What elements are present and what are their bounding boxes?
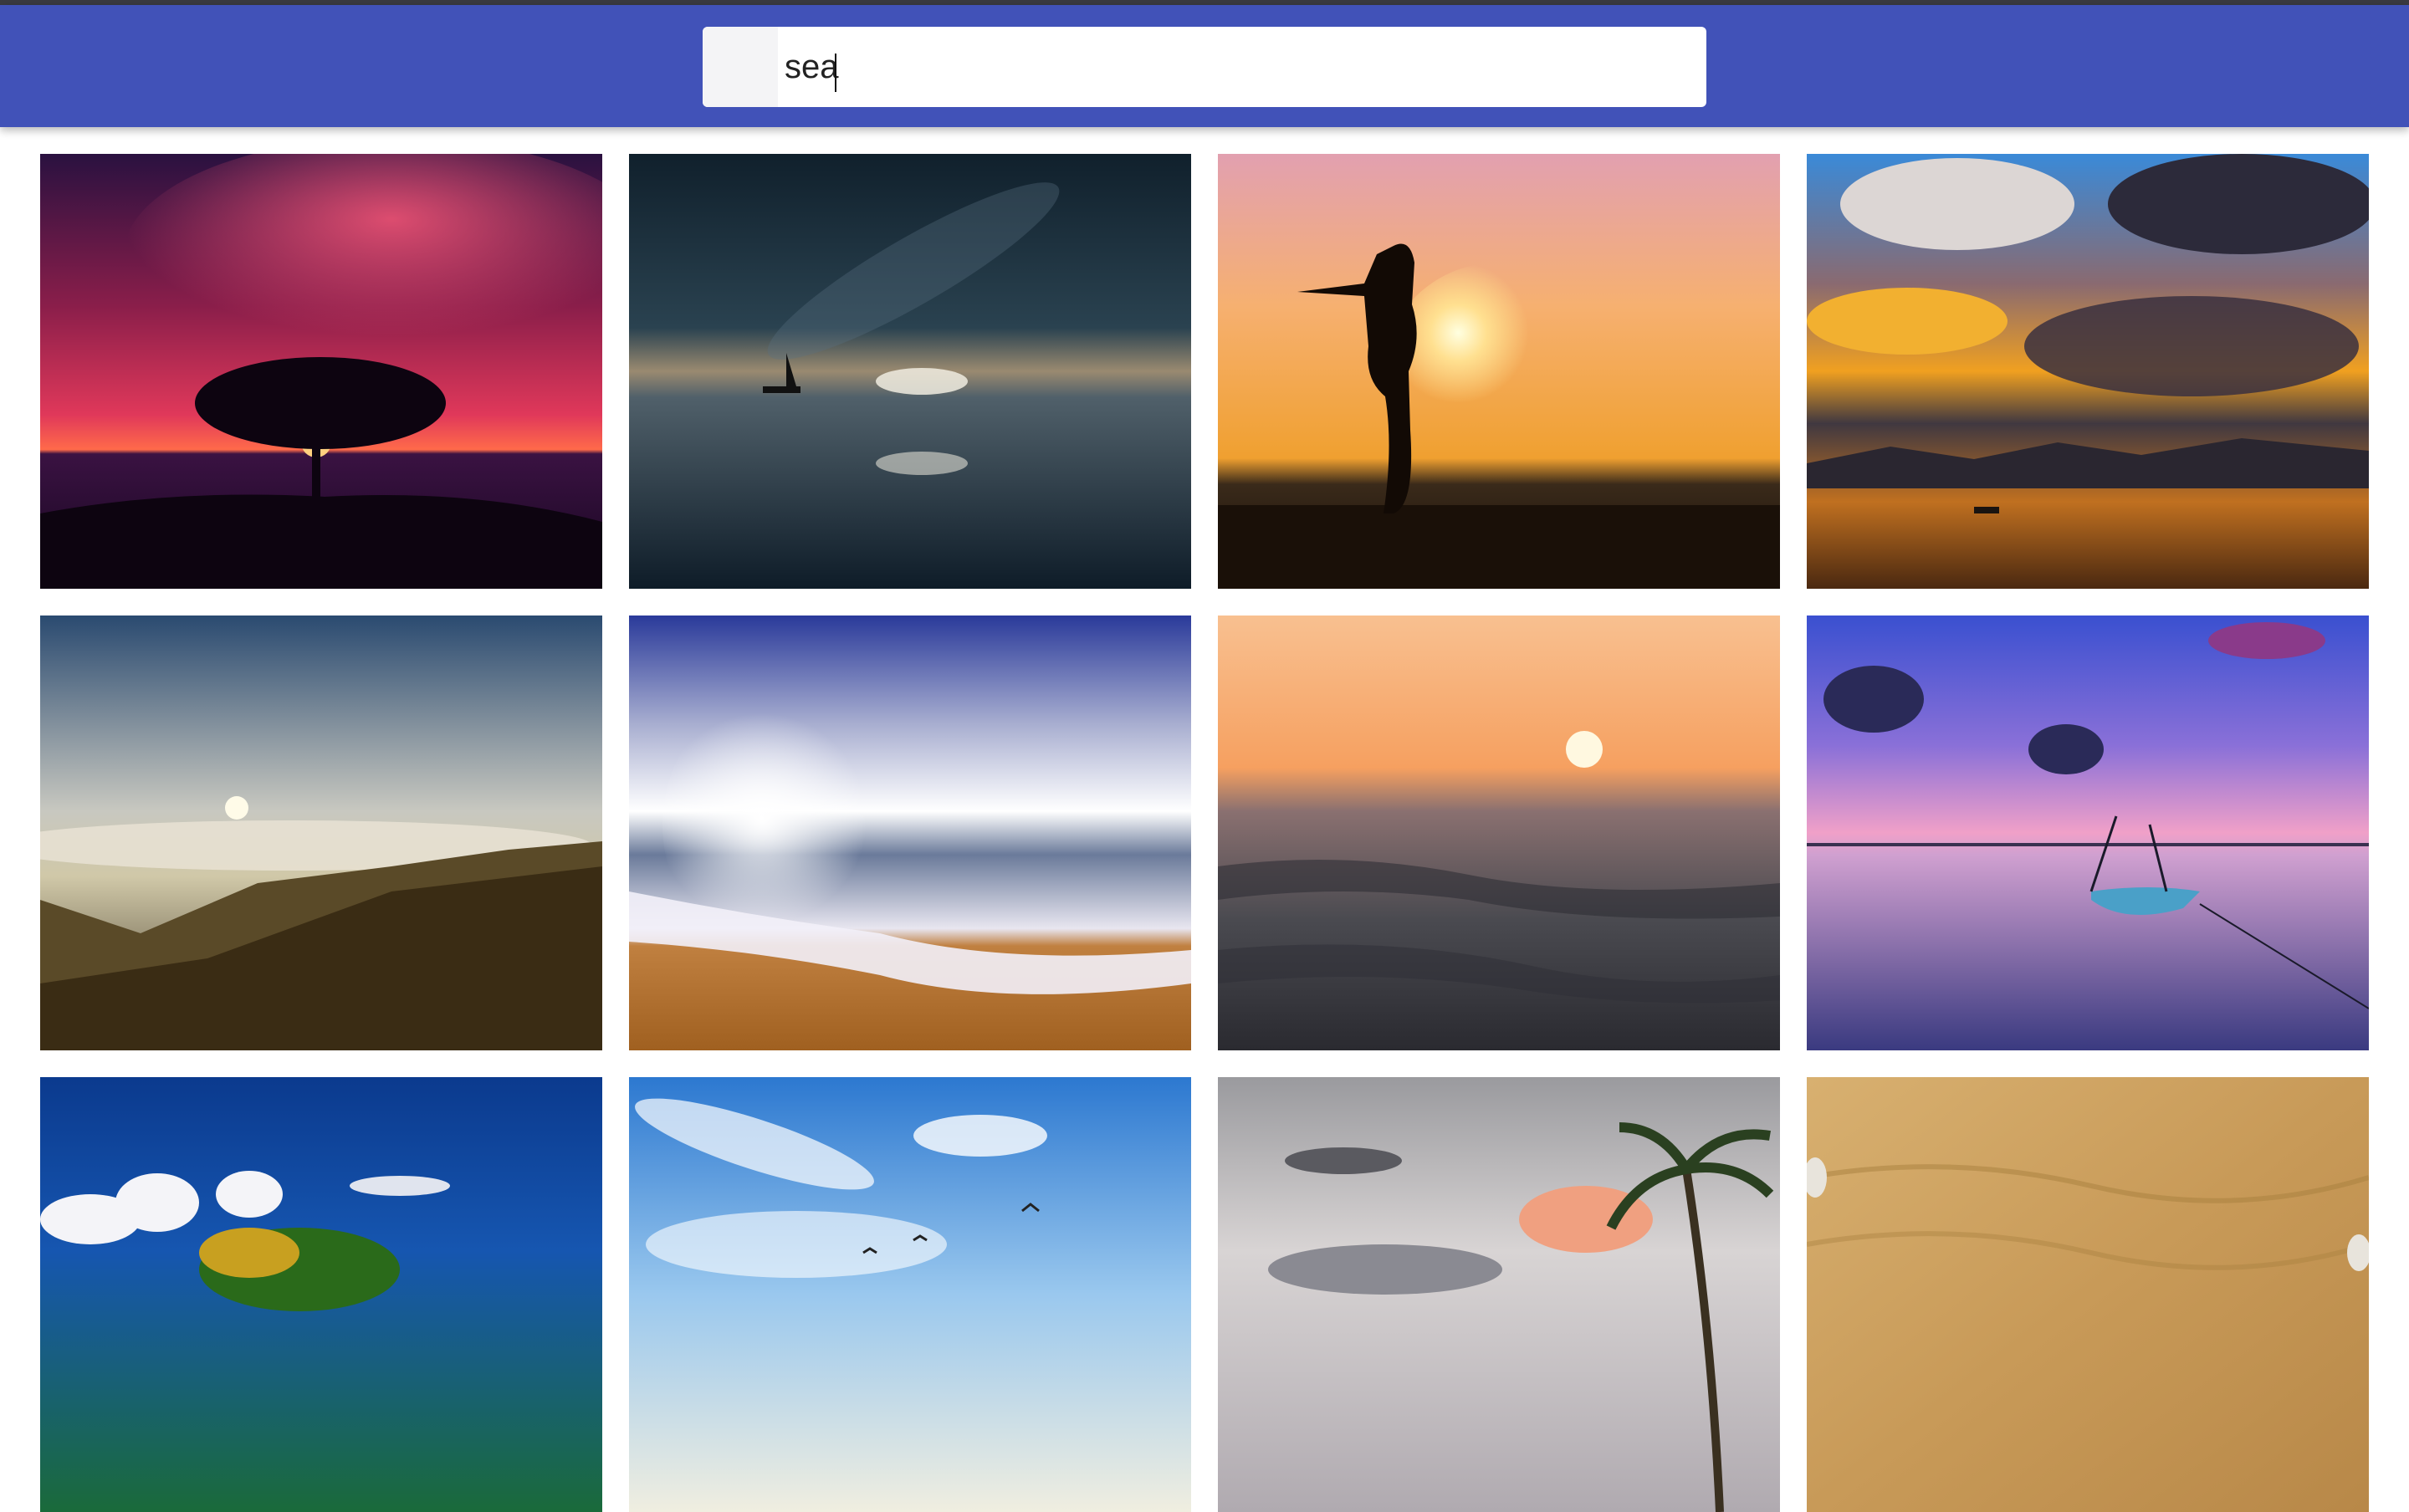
search-input[interactable] <box>778 27 1690 107</box>
text-caret <box>835 54 836 92</box>
gallery-image[interactable] <box>1218 616 1780 1050</box>
beach-waves-sunburst-photo <box>629 616 1191 1050</box>
boat-purple-sunset-photo <box>1807 616 2369 1050</box>
gallery-image[interactable] <box>629 616 1191 1050</box>
silhouette-woman-sunset-photo <box>1218 154 1780 589</box>
tree-sunset-photo <box>40 154 602 589</box>
milky-way-sailboat-photo <box>629 154 1191 589</box>
gallery-image[interactable] <box>1807 1077 2369 1512</box>
gallery-image[interactable] <box>629 154 1191 589</box>
search-icon <box>703 27 778 107</box>
gallery-image[interactable] <box>40 616 602 1050</box>
search-bar[interactable] <box>703 27 1706 107</box>
gallery-image[interactable] <box>1807 154 2369 589</box>
tropical-island-palms-photo <box>40 1077 602 1512</box>
gallery-image[interactable] <box>1218 1077 1780 1512</box>
gallery-image[interactable] <box>1218 154 1780 589</box>
mountain-clouds-sun-photo <box>40 616 602 1050</box>
gallery-image[interactable] <box>40 154 602 589</box>
gallery-image[interactable] <box>629 1077 1191 1512</box>
sand-beach-texture-photo <box>1807 1077 2369 1512</box>
gallery-image[interactable] <box>1807 616 2369 1050</box>
ocean-wave-sunset-photo <box>1218 616 1780 1050</box>
gallery-image[interactable] <box>40 1077 602 1512</box>
app-header <box>0 5 2409 127</box>
palm-tree-cloudy-sky-photo <box>1218 1077 1780 1512</box>
blue-sky-birds-photo <box>629 1077 1191 1512</box>
dramatic-clouds-sunset-lake-photo <box>1807 154 2369 589</box>
